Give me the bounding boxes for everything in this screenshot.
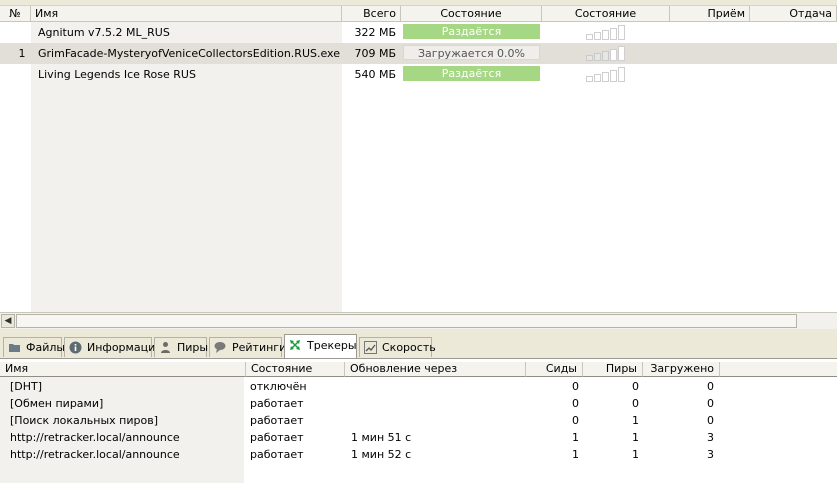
tracker-next-update: 1 мин 51 с xyxy=(351,431,412,444)
column-header-downloaded[interactable]: Загружено xyxy=(643,362,720,377)
column-header-download-speed[interactable]: Приём xyxy=(670,6,750,22)
tracker-name: [DHT] xyxy=(10,380,43,393)
tracker-row[interactable]: [Поиск локальных пиров] работает 0 1 0 xyxy=(0,412,837,429)
scrollbar-thumb[interactable] xyxy=(16,314,797,328)
tracker-name: http://retracker.local/announce xyxy=(10,431,180,444)
info-icon xyxy=(69,341,82,354)
tab-label: Скорость xyxy=(382,341,436,354)
torrent-size: 709 МБ xyxy=(354,47,396,60)
tab-label: Файлы xyxy=(26,341,66,354)
ratings-icon xyxy=(214,342,226,353)
column-header-filler xyxy=(720,362,837,377)
column-header-peers[interactable]: Пиры xyxy=(583,362,643,377)
tracker-downloaded: 0 xyxy=(707,380,714,393)
tracker-seeds: 1 xyxy=(572,448,579,461)
column-header-seeds[interactable]: Сиды xyxy=(526,362,583,377)
torrent-number xyxy=(0,64,31,85)
tracker-downloaded: 0 xyxy=(707,397,714,410)
torrent-row[interactable]: Living Legends Ice Rose RUS 540 МБ Разда… xyxy=(0,64,837,85)
tracker-seeds: 0 xyxy=(572,380,579,393)
tab-peers[interactable]: Пиры xyxy=(154,337,209,357)
tab-label: Трекеры xyxy=(307,339,357,352)
tab-label: Информация xyxy=(87,341,162,354)
tracker-state: работает xyxy=(250,397,304,410)
column-header-tracker-name[interactable]: Имя xyxy=(0,362,246,377)
horizontal-scrollbar[interactable]: ◀ xyxy=(0,312,837,330)
torrent-name: GrimFacade-MysteryofVeniceCollectorsEdit… xyxy=(38,47,340,60)
column-header-upload-speed[interactable]: Отдача xyxy=(750,6,837,22)
tracker-seeds: 0 xyxy=(572,397,579,410)
torrent-name: Agnitum v7.5.2 ML_RUS xyxy=(38,26,170,39)
torrent-size: 322 МБ xyxy=(354,26,396,39)
tracker-state: работает xyxy=(250,448,304,461)
tab-label: Пиры xyxy=(177,341,209,354)
availability-bars-icon xyxy=(586,25,626,40)
tracker-name: http://retracker.local/announce xyxy=(10,448,180,461)
detail-tabs: Файлы Информация Пиры Рейтинги Трекеры С… xyxy=(0,329,837,359)
speed-icon xyxy=(364,341,377,354)
tracker-seeds: 0 xyxy=(572,414,579,427)
torrent-status-downloading: Загружается 0.0% xyxy=(403,45,540,60)
peers-icon xyxy=(161,342,170,353)
scroll-left-arrow-icon[interactable]: ◀ xyxy=(1,314,15,328)
column-header-status[interactable]: Состояние xyxy=(401,6,542,22)
tracker-row[interactable]: [Обмен пирами] работает 0 0 0 xyxy=(0,395,837,412)
tracker-state: отключён xyxy=(250,380,307,393)
torrent-row-selected[interactable]: 1 GrimFacade-MysteryofVeniceCollectorsEd… xyxy=(0,43,837,64)
tracker-peers: 1 xyxy=(632,448,639,461)
tab-label: Рейтинги xyxy=(232,341,287,354)
tracker-downloaded: 3 xyxy=(707,431,714,444)
tracker-downloaded: 3 xyxy=(707,448,714,461)
torrent-size: 540 МБ xyxy=(354,68,396,81)
column-header-number[interactable]: № xyxy=(0,6,31,22)
column-header-size[interactable]: Всего xyxy=(342,6,401,22)
torrent-status-seeding: Раздаётся xyxy=(403,24,540,39)
tracker-state: работает xyxy=(250,414,304,427)
torrent-row[interactable]: Agnitum v7.5.2 ML_RUS 322 МБ Раздаётся xyxy=(0,22,837,43)
tracker-peers: 1 xyxy=(632,414,639,427)
torrent-number xyxy=(0,22,31,43)
tracker-downloaded: 0 xyxy=(707,414,714,427)
column-header-next-update[interactable]: Обновление через xyxy=(345,362,526,377)
column-header-tracker-state[interactable]: Состояние xyxy=(246,362,345,377)
tracker-peers: 0 xyxy=(632,380,639,393)
tracker-row[interactable]: http://retracker.local/announce работает… xyxy=(0,446,837,463)
tab-ratings[interactable]: Рейтинги xyxy=(209,337,286,357)
folder-icon xyxy=(9,344,20,352)
tracker-name: [Поиск локальных пиров] xyxy=(10,414,159,427)
tab-speed[interactable]: Скорость xyxy=(359,337,436,357)
tab-trackers[interactable]: Трекеры xyxy=(284,334,357,358)
tracker-name: [Обмен пирами] xyxy=(10,397,104,410)
torrent-name: Living Legends Ice Rose RUS xyxy=(38,68,196,81)
availability-bars-icon xyxy=(586,46,626,61)
availability-bars-icon xyxy=(586,67,626,82)
trackers-icon xyxy=(290,340,300,350)
tracker-peers: 0 xyxy=(632,397,639,410)
tracker-peers: 1 xyxy=(632,431,639,444)
tracker-row[interactable]: http://retracker.local/announce работает… xyxy=(0,429,837,446)
tracker-seeds: 1 xyxy=(572,431,579,444)
torrent-status-seeding: Раздаётся xyxy=(403,66,540,81)
tab-files[interactable]: Файлы xyxy=(3,337,66,357)
tracker-state: работает xyxy=(250,431,304,444)
column-header-availability[interactable]: Состояние xyxy=(542,6,670,22)
tracker-next-update: 1 мин 52 с xyxy=(351,448,412,461)
column-header-name[interactable]: Имя xyxy=(31,6,342,22)
tracker-row[interactable]: [DHT] отключён 0 0 0 xyxy=(0,378,837,395)
tab-info[interactable]: Информация xyxy=(64,337,162,357)
